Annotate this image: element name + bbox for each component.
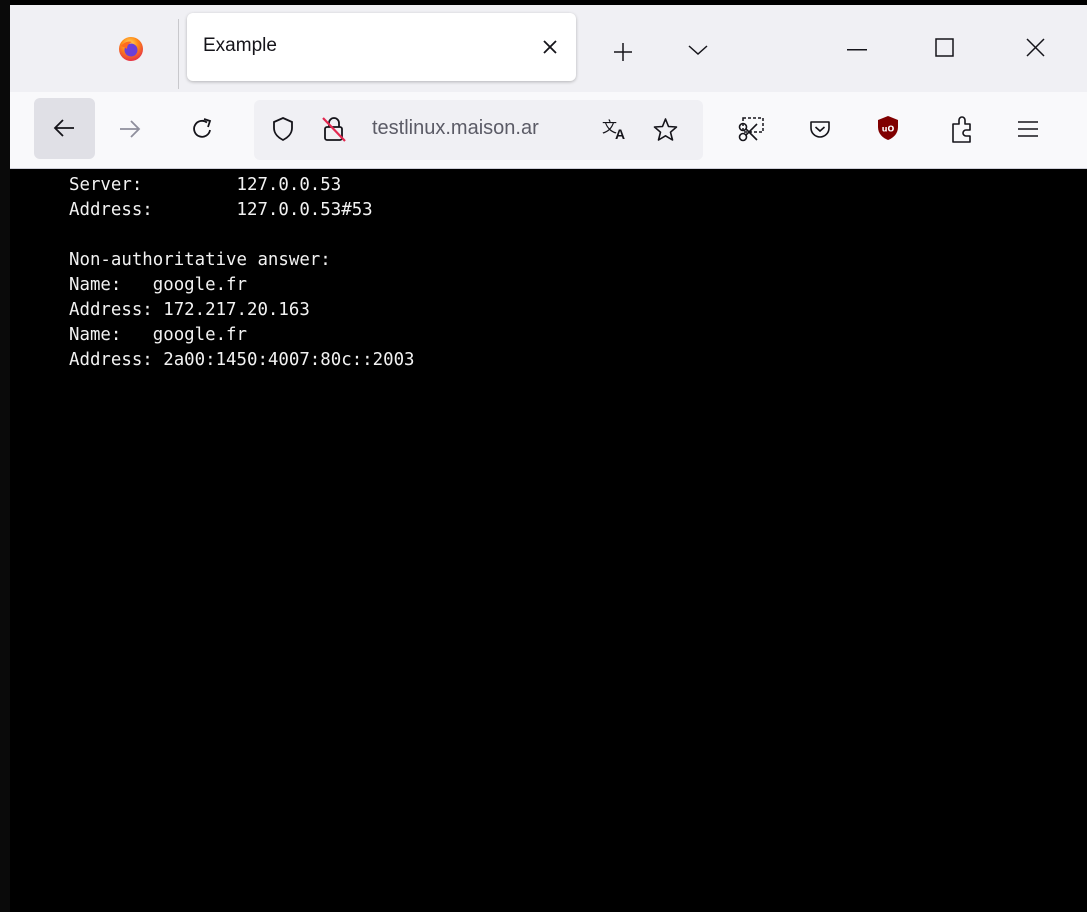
chevron-down-icon[interactable] bbox=[687, 43, 709, 57]
url-bar[interactable]: testlinux.maison.ar 文 A bbox=[254, 100, 703, 160]
scissors-icon[interactable] bbox=[737, 116, 765, 144]
back-button[interactable] bbox=[34, 98, 95, 159]
terminal-line: Non-authoritative answer: bbox=[69, 250, 331, 270]
page-content: Server: 127.0.0.53 Address: 127.0.0.53#5… bbox=[10, 169, 1087, 912]
shield-icon[interactable] bbox=[272, 116, 294, 142]
tab-example[interactable]: Example bbox=[187, 13, 576, 81]
arrow-left-icon bbox=[53, 119, 74, 137]
puzzle-icon[interactable] bbox=[949, 114, 975, 144]
navigation-toolbar: testlinux.maison.ar 文 A uO bbox=[10, 92, 1087, 169]
maximize-icon[interactable] bbox=[935, 38, 954, 57]
svg-text:uO: uO bbox=[882, 125, 895, 134]
tab-title: Example bbox=[203, 35, 277, 56]
hamburger-menu-icon[interactable] bbox=[1017, 120, 1039, 138]
ublock-origin-icon[interactable]: uO bbox=[877, 115, 899, 141]
terminal-line: Name: google.fr bbox=[69, 275, 247, 295]
url-text[interactable]: testlinux.maison.ar bbox=[372, 117, 587, 140]
tab-separator bbox=[178, 19, 179, 89]
terminal-line: Name: google.fr bbox=[69, 325, 247, 345]
terminal-line: Server: 127.0.0.53 bbox=[69, 175, 342, 195]
plus-icon[interactable] bbox=[613, 42, 633, 62]
terminal-line: Address: 127.0.0.53#53 bbox=[69, 200, 373, 220]
insecure-lock-icon[interactable] bbox=[321, 115, 347, 143]
firefox-logo-icon bbox=[119, 37, 143, 61]
browser-window: Example testlinux.maison.ar 文 A uO Serve… bbox=[10, 5, 1087, 912]
pocket-icon[interactable] bbox=[809, 118, 831, 140]
close-icon[interactable] bbox=[1026, 38, 1045, 57]
star-icon[interactable] bbox=[653, 117, 678, 142]
terminal-line: Address: 2a00:1450:4007:80c::2003 bbox=[69, 350, 415, 370]
svg-text:A: A bbox=[615, 126, 625, 141]
close-icon[interactable] bbox=[542, 39, 558, 55]
reload-icon[interactable] bbox=[191, 117, 215, 141]
terminal-line: Address: 172.217.20.163 bbox=[69, 300, 310, 320]
arrow-right-icon[interactable] bbox=[118, 119, 142, 139]
tab-bar: Example bbox=[10, 5, 1087, 92]
terminal-output: Server: 127.0.0.53 Address: 127.0.0.53#5… bbox=[69, 173, 415, 373]
desktop-edge bbox=[0, 0, 10, 912]
translate-icon[interactable]: 文 A bbox=[602, 117, 630, 141]
minimize-icon[interactable] bbox=[847, 49, 867, 51]
